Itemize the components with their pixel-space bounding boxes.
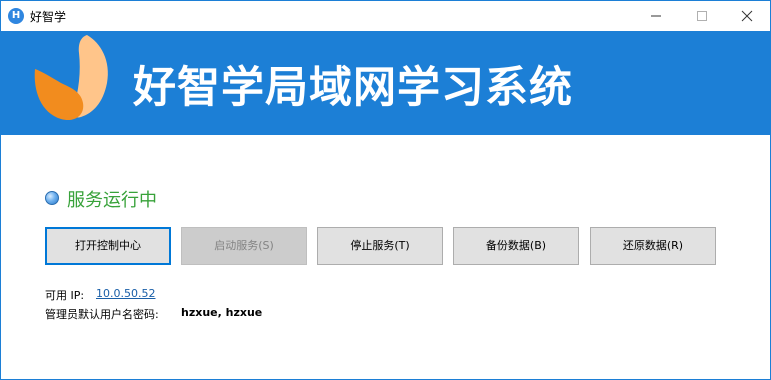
close-button[interactable] [724, 1, 770, 31]
close-icon [741, 10, 753, 22]
brand-logo-icon [34, 35, 108, 121]
admin-credentials-label: 管理员默认用户名密码: [45, 308, 159, 321]
open-console-button[interactable]: 打开控制中心 [45, 227, 171, 265]
title-bar[interactable]: H 好智学 [1, 1, 770, 31]
status-indicator-icon [45, 191, 59, 205]
main-window: H 好智学 好智学局域网学习系统 服务运行中 打开控制中心 启动服务(S) 停止… [0, 0, 771, 380]
ip-label: 可用 IP: [45, 289, 85, 302]
header-banner: 好智学局域网学习系统 [1, 31, 770, 135]
stop-service-button[interactable]: 停止服务(T) [317, 227, 443, 265]
window-title: 好智学 [30, 10, 67, 24]
admin-credentials-value: hzxue, hzxue [181, 306, 263, 319]
status-text: 服务运行中 [67, 190, 157, 211]
minimize-button[interactable] [633, 1, 679, 31]
start-service-button[interactable]: 启动服务(S) [181, 227, 307, 265]
app-icon: H [8, 8, 24, 24]
banner-title: 好智学局域网学习系统 [133, 63, 573, 113]
maximize-button[interactable] [679, 1, 725, 31]
ip-address-link[interactable]: 10.0.50.52 [96, 287, 155, 300]
backup-data-button[interactable]: 备份数据(B) [453, 227, 579, 265]
restore-data-button[interactable]: 还原数据(R) [590, 227, 716, 265]
minimize-icon [651, 15, 661, 17]
maximize-icon [697, 11, 707, 21]
